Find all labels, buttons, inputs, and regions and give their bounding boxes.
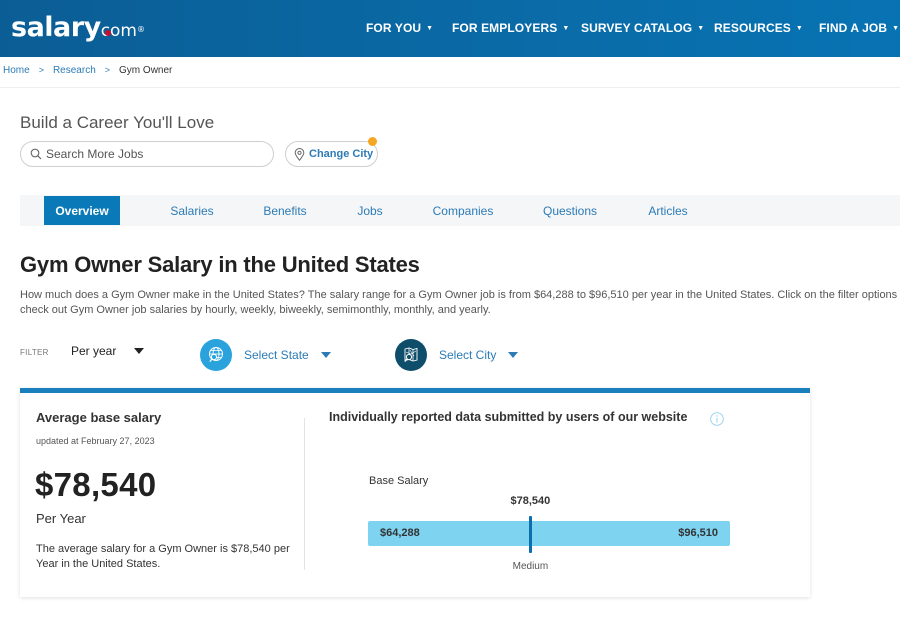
caret-down-icon — [320, 352, 331, 358]
nav-resources[interactable]: RESOURCES ▼ — [714, 20, 803, 36]
average-salary-amount: $78,540 — [35, 466, 157, 503]
base-salary-label: Base Salary — [369, 475, 429, 487]
nav-for-you[interactable]: FOR YOU ▼ — [366, 20, 433, 36]
page-description: How much does a Gym Owner make in the Un… — [20, 288, 900, 318]
map-pin-icon — [294, 147, 305, 161]
change-city-label: Change City — [309, 148, 374, 160]
tab-articles[interactable]: Articles — [638, 195, 698, 226]
page-title: Gym Owner Salary in the United States — [20, 252, 420, 277]
description-line: How much does a Gym Owner make in the Un… — [20, 289, 900, 301]
filter-label: FILTER — [20, 348, 49, 357]
hero-title: Build a Career You'll Love — [20, 113, 215, 132]
site-header: salary com® FOR YOU ▼ FOR EMPLOYERS ▼ SURVE… — [0, 0, 900, 57]
nav-label: FOR EMPLOYERS — [452, 21, 558, 35]
tab-companies[interactable]: Companies — [424, 195, 502, 226]
breadcrumb-separator: > — [104, 65, 111, 75]
job-search-box[interactable] — [20, 141, 274, 167]
breadcrumb: Home > Research > Gym Owner — [3, 65, 172, 76]
breadcrumb-separator: > — [38, 65, 44, 75]
description-line: check out Gym Owner job salaries by hour… — [20, 304, 491, 316]
salary-period: Per Year — [36, 511, 86, 526]
breadcrumb-current: Gym Owner — [119, 65, 173, 76]
logo-main: salary — [11, 12, 101, 43]
caret-down-icon: ▼ — [426, 24, 434, 32]
section-tabs: Overview Salaries Benefits Jobs Companie… — [20, 195, 900, 226]
nav-label: RESOURCES — [714, 21, 791, 35]
tab-benefits[interactable]: Benefits — [254, 195, 316, 226]
card-divider — [304, 418, 305, 570]
logo-dot-icon — [104, 30, 111, 36]
breadcrumb-research[interactable]: Research — [53, 65, 96, 76]
search-input[interactable] — [46, 147, 246, 161]
tab-jobs[interactable]: Jobs — [346, 195, 394, 226]
search-icon — [30, 148, 42, 160]
average-salary-title: Average base salary — [36, 410, 162, 425]
registered-mark: ® — [137, 25, 145, 34]
breadcrumb-home[interactable]: Home — [3, 65, 30, 76]
globe-search-icon — [200, 339, 232, 371]
period-selected: Per year — [71, 344, 117, 358]
median-salary-value: $78,540 — [510, 495, 551, 507]
change-city-button[interactable]: Change City — [285, 137, 378, 167]
caret-down-icon: ▼ — [892, 24, 900, 32]
info-icon[interactable] — [710, 412, 724, 426]
city-label: Select City — [439, 348, 497, 362]
nav-survey-catalog[interactable]: SURVEY CATALOG ▼ — [581, 20, 704, 36]
range-low-value: $64,288 — [380, 527, 420, 539]
nav-find-a-job[interactable]: FIND A JOB ▼ — [819, 20, 899, 36]
average-salary-description: The average salary for a Gym Owner is $7… — [36, 543, 290, 570]
median-marker — [528, 516, 532, 553]
reported-data-title: Individually reported data submitted by … — [329, 410, 688, 424]
caret-down-icon — [134, 348, 145, 354]
logo-suffix: com — [101, 21, 137, 41]
nav-for-employers[interactable]: FOR EMPLOYERS ▼ — [452, 20, 569, 36]
caret-down-icon: ▼ — [562, 24, 570, 32]
nav-label: FOR YOU — [366, 21, 422, 35]
median-marker-label: Medium — [512, 561, 549, 572]
city-dropdown[interactable]: Select City — [395, 339, 519, 371]
card-accent-bar — [20, 388, 810, 393]
updated-date: updated at February 27, 2023 — [36, 436, 155, 446]
tab-overview[interactable]: Overview — [44, 196, 120, 225]
map-search-icon — [395, 339, 427, 371]
nav-label: SURVEY CATALOG — [581, 21, 693, 35]
caret-down-icon: ▼ — [697, 24, 705, 32]
state-dropdown[interactable]: Select State — [200, 339, 331, 371]
range-high-value: $96,510 — [678, 527, 718, 539]
notification-dot — [368, 137, 377, 146]
caret-down-icon — [508, 352, 519, 358]
period-dropdown[interactable]: Per year — [71, 344, 145, 358]
tab-salaries[interactable]: Salaries — [160, 195, 224, 226]
salary-com-logo[interactable]: salary com® — [11, 12, 145, 47]
nav-label: FIND A JOB — [819, 21, 888, 35]
caret-down-icon: ▼ — [795, 24, 803, 32]
salary-range-bar: $64,288 $96,510 — [368, 521, 730, 546]
divider — [0, 87, 900, 88]
salary-card: Average base salary updated at February … — [20, 388, 810, 597]
tab-questions[interactable]: Questions — [532, 195, 608, 226]
state-label: Select State — [244, 348, 309, 362]
